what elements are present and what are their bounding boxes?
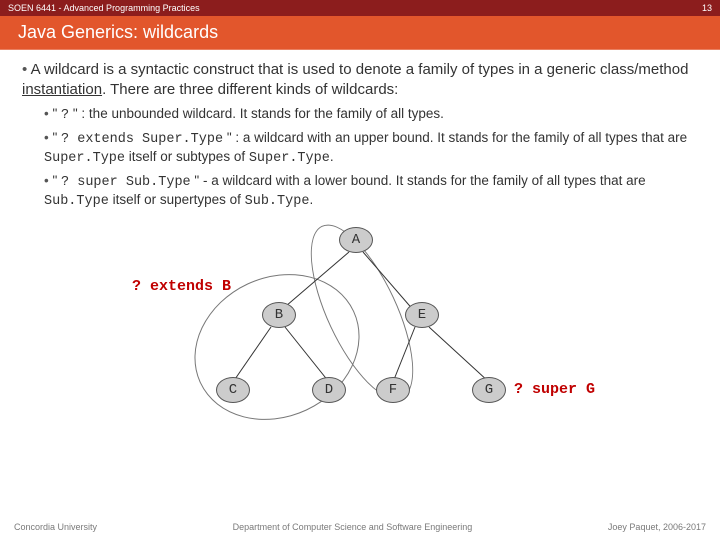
node-f: F: [376, 377, 410, 403]
node-b: B: [262, 302, 296, 328]
code-extends: ? extends Super.Type: [61, 132, 223, 147]
bullet-extends: " ? extends Super.Type " : a wildcard wi…: [44, 129, 698, 168]
node-a: A: [339, 227, 373, 253]
type-hierarchy-diagram: A B E C D F G ? extends B ? super G: [22, 217, 698, 447]
slide-number: 13: [702, 3, 712, 13]
node-g: G: [472, 377, 506, 403]
node-c: C: [216, 377, 250, 403]
course-code: SOEN 6441 - Advanced Programming Practic…: [8, 3, 200, 13]
footer-right: Joey Paquet, 2006-2017: [608, 522, 706, 532]
label-super-g: ? super G: [514, 380, 595, 400]
slide-title: Java Generics: wildcards: [18, 22, 218, 43]
code-super: ? super Sub.Type: [61, 175, 191, 190]
slide-body: A wildcard is a syntactic construct that…: [0, 50, 720, 518]
bullet-intro: A wildcard is a syntactic construct that…: [22, 60, 698, 211]
intro-underline: instantiation: [22, 81, 102, 98]
slide-title-bar: Java Generics: wildcards: [0, 16, 720, 50]
intro-text-a: A wildcard is a syntactic construct that…: [31, 61, 689, 78]
footer-mid: Department of Computer Science and Softw…: [97, 522, 608, 532]
intro-text-b: . There are three different kinds of wil…: [102, 81, 398, 98]
node-e: E: [405, 302, 439, 328]
edge-e-g: [429, 327, 489, 382]
label-extends-b: ? extends B: [132, 277, 231, 297]
top-bar: SOEN 6441 - Advanced Programming Practic…: [0, 0, 720, 16]
code-q: ?: [61, 108, 69, 123]
footer-left: Concordia University: [14, 522, 97, 532]
bullet-unbounded: " ? " : the unbounded wildcard. It stand…: [44, 105, 698, 125]
node-d: D: [312, 377, 346, 403]
footer: Concordia University Department of Compu…: [0, 518, 720, 540]
bullet-super: " ? super Sub.Type " - a wildcard with a…: [44, 172, 698, 211]
